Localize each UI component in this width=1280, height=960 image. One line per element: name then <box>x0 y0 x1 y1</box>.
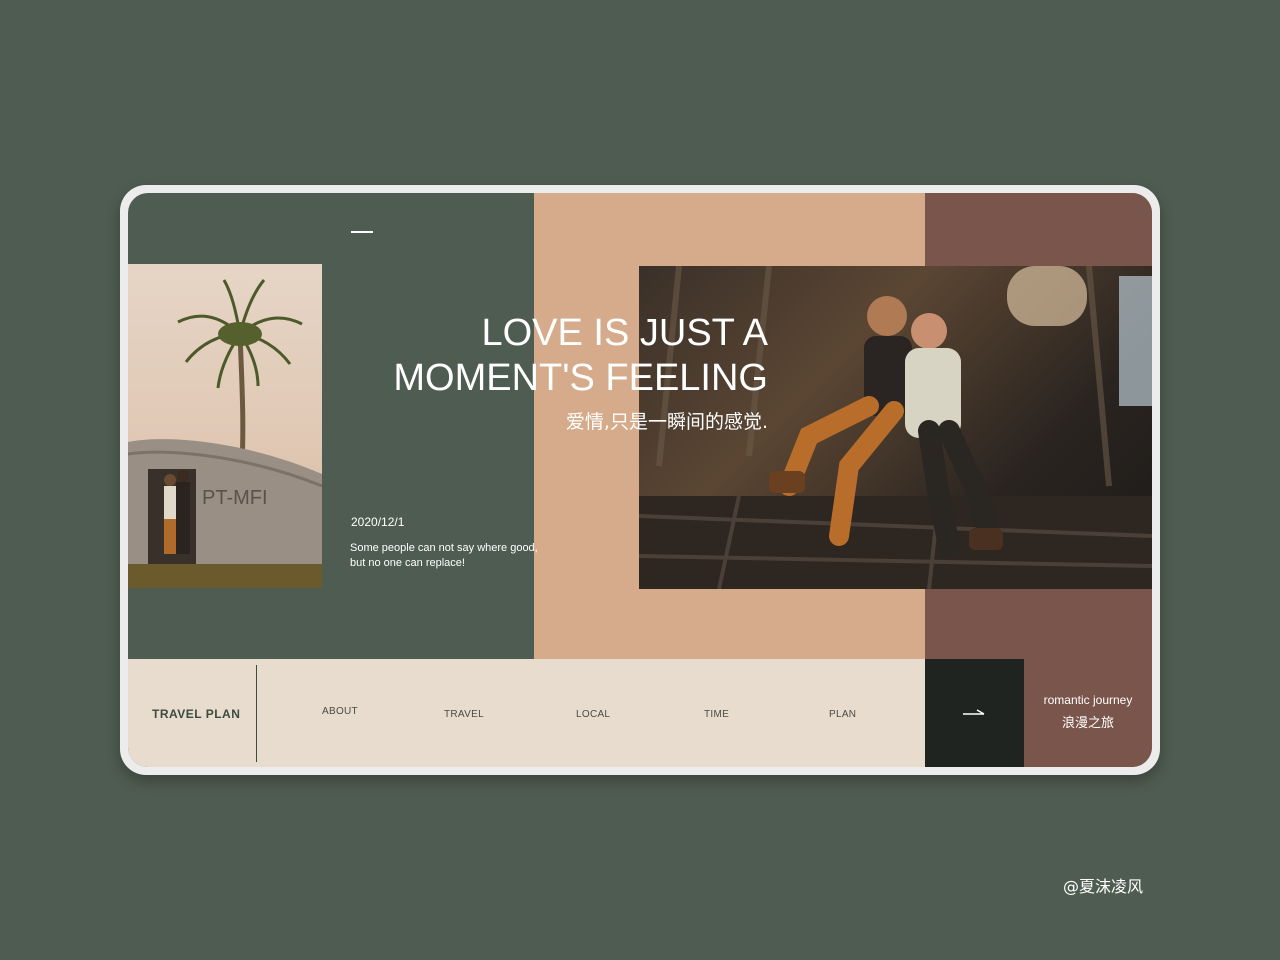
arrow-right-icon <box>963 709 985 715</box>
nav-item-local[interactable]: LOCAL <box>576 709 610 720</box>
romantic-journey-en: romantic journey <box>1043 693 1133 707</box>
nav-item-plan[interactable]: PLAN <box>829 709 856 720</box>
page: PT-MFI LOVE IS JUST A MOMENT'S FEELING 爱… <box>0 0 1280 960</box>
next-arrow-button[interactable] <box>925 659 1024 767</box>
left-photo: PT-MFI <box>128 264 322 588</box>
top-dash-decoration <box>351 231 373 233</box>
hero-subtitle: 爱情,只是一瞬间的感觉. <box>565 411 768 433</box>
brand-label[interactable]: TRAVEL PLAN <box>152 707 240 721</box>
post-blurb: Some people can not say where good, but … <box>350 542 538 569</box>
romantic-journey-cn: 浪漫之旅 <box>1061 716 1114 731</box>
nav-item-time[interactable]: TIME <box>704 709 729 720</box>
author-watermark: @夏沫凌风 <box>1063 877 1144 896</box>
bottom-nav-bar: TRAVEL PLAN ABOUT TRAVEL LOCAL TIME PLAN <box>128 659 925 767</box>
headline-line-1: LOVE IS JUST A <box>481 312 768 354</box>
nav-item-travel[interactable]: TRAVEL <box>444 709 484 720</box>
headline-line-2: MOMENT'S FEELING <box>393 357 768 399</box>
post-date: 2020/12/1 <box>351 515 405 529</box>
nav-item-about[interactable]: ABOUT <box>322 706 358 717</box>
hero-headline: LOVE IS JUST A MOMENT'S FEELING <box>393 311 768 401</box>
romantic-journey-box[interactable]: romantic journey 浪漫之旅 <box>1024 659 1152 767</box>
hero-card: PT-MFI LOVE IS JUST A MOMENT'S FEELING 爱… <box>128 193 1152 767</box>
plane-marking: PT-MFI <box>202 487 268 509</box>
divider <box>256 665 257 762</box>
